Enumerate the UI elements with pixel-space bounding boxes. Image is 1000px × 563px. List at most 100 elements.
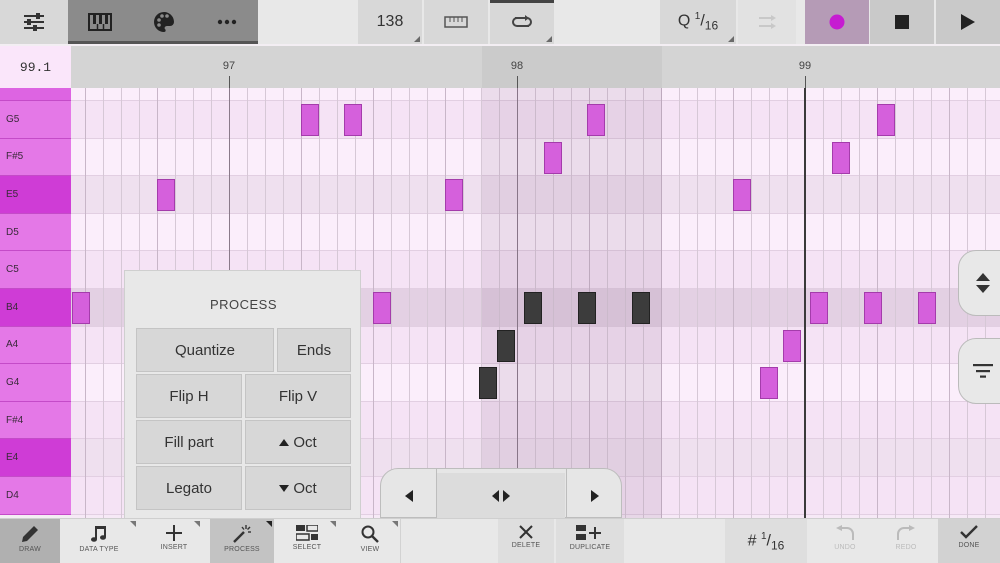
- insert-button[interactable]: INSERT: [146, 519, 202, 563]
- note[interactable]: [586, 104, 605, 136]
- note[interactable]: [543, 141, 562, 174]
- note[interactable]: [343, 104, 362, 136]
- tempo-value: 138: [376, 13, 404, 30]
- note[interactable]: [759, 367, 778, 400]
- piano-key[interactable]: G4: [0, 364, 71, 402]
- mixer-button[interactable]: [0, 0, 68, 44]
- grid-line: [391, 88, 392, 518]
- loop-region[interactable]: [482, 46, 662, 88]
- duplicate-button[interactable]: DUPLICATE: [556, 519, 624, 563]
- keyboard-button[interactable]: [68, 0, 132, 44]
- ends-button[interactable]: Ends: [277, 328, 351, 372]
- tempo-button[interactable]: 138: [358, 0, 422, 44]
- piano-key[interactable]: D5: [0, 213, 71, 252]
- grid-hash-icon: #: [747, 532, 757, 550]
- note[interactable]: [783, 329, 801, 362]
- piano-key[interactable]: D4: [0, 477, 71, 515]
- stop-button[interactable]: [870, 0, 934, 44]
- redo-icon: [897, 525, 915, 540]
- piano-key[interactable]: C5: [0, 251, 71, 289]
- select-button[interactable]: SELECT: [276, 519, 338, 563]
- done-button[interactable]: DONE: [938, 519, 1000, 563]
- draw-label: DRAW: [19, 546, 41, 553]
- fill-part-button[interactable]: Fill part: [136, 420, 242, 464]
- flip-v-button[interactable]: Flip V: [245, 374, 351, 418]
- octave-up-button[interactable]: Oct: [245, 420, 351, 464]
- grid-numerator: 1: [760, 530, 767, 542]
- piano-key[interactable]: A4: [0, 326, 71, 365]
- data-type-button[interactable]: DATA TYPE: [60, 519, 138, 563]
- undo-label: UNDO: [834, 544, 856, 551]
- filter-button[interactable]: [958, 338, 1000, 404]
- loop-button[interactable]: [490, 0, 554, 44]
- swing-button[interactable]: [738, 0, 796, 44]
- nudge-left-button[interactable]: [381, 473, 436, 519]
- legato-button[interactable]: Legato: [136, 466, 242, 510]
- bar-tick: [517, 76, 518, 88]
- process-title: PROCESS: [209, 297, 278, 312]
- play-button[interactable]: [936, 0, 1000, 44]
- piano-key[interactable]: E5: [0, 176, 71, 214]
- piano-key[interactable]: E4: [0, 439, 71, 477]
- undo-button[interactable]: UNDO: [815, 519, 875, 563]
- selected-note[interactable]: [496, 329, 515, 362]
- more-button[interactable]: [196, 0, 258, 44]
- selected-note[interactable]: [631, 292, 650, 324]
- select-label: SELECT: [292, 544, 322, 551]
- selected-note[interactable]: [577, 292, 596, 324]
- note[interactable]: [876, 104, 895, 136]
- note[interactable]: [372, 292, 391, 324]
- play-icon: [961, 14, 975, 30]
- process-tab-button[interactable]: PROCESS: [210, 519, 274, 563]
- selected-note[interactable]: [523, 292, 542, 324]
- piano-key[interactable]: [0, 88, 71, 101]
- redo-button[interactable]: REDO: [876, 519, 936, 563]
- piano-key[interactable]: B4: [0, 289, 71, 327]
- delete-button[interactable]: DELETE: [498, 519, 554, 563]
- grid-denominator: 16: [771, 538, 785, 553]
- delete-label: DELETE: [511, 542, 541, 549]
- note[interactable]: [72, 292, 90, 324]
- octave-down-label: Oct: [293, 479, 317, 497]
- draw-button[interactable]: DRAW: [0, 519, 60, 563]
- grid-line: [733, 88, 734, 518]
- selected-note[interactable]: [478, 367, 497, 400]
- note[interactable]: [732, 179, 751, 212]
- undo-icon: [836, 525, 854, 540]
- corner-indicator: [330, 521, 336, 527]
- flip-h-button[interactable]: Flip H: [136, 374, 242, 418]
- piano-key[interactable]: F#5: [0, 138, 71, 177]
- note[interactable]: [831, 141, 850, 174]
- fill-part-label: Fill part: [164, 433, 214, 451]
- move-horizontal-button[interactable]: [437, 473, 565, 519]
- metronome-button[interactable]: [424, 0, 488, 44]
- view-label: VIEW: [360, 546, 380, 553]
- playhead[interactable]: [804, 88, 806, 518]
- magnifier-icon: [361, 525, 379, 543]
- palette-button[interactable]: [132, 0, 196, 44]
- note[interactable]: [156, 179, 175, 212]
- octave-down-button[interactable]: Oct: [245, 466, 351, 510]
- top-toolbar: 138 Q 1/16: [0, 0, 1000, 44]
- note[interactable]: [864, 292, 882, 324]
- quantize-button[interactable]: Q 1/16: [660, 0, 736, 44]
- position-display[interactable]: 99.1: [0, 46, 71, 88]
- piano-key[interactable]: F#4: [0, 401, 71, 440]
- nudge-right-button[interactable]: [567, 473, 622, 519]
- timeline-ruler[interactable]: 99.1 97 98 99: [0, 46, 1000, 88]
- note[interactable]: [918, 292, 936, 324]
- note[interactable]: [810, 292, 828, 324]
- grid-line: [769, 88, 770, 518]
- vertical-zoom-button[interactable]: [958, 250, 1000, 316]
- note[interactable]: [300, 104, 319, 136]
- select-blocks-icon: [296, 525, 318, 541]
- ruler-icon: [444, 16, 468, 28]
- quantize-numerator: 1: [694, 11, 701, 23]
- record-button[interactable]: [805, 0, 869, 44]
- piano-key[interactable]: G5: [0, 101, 71, 139]
- note[interactable]: [444, 179, 463, 212]
- view-button[interactable]: VIEW: [340, 519, 400, 563]
- grid-size-button[interactable]: # 1/16: [725, 519, 807, 563]
- grid-line: [859, 88, 860, 518]
- quantize-action-button[interactable]: Quantize: [136, 328, 274, 372]
